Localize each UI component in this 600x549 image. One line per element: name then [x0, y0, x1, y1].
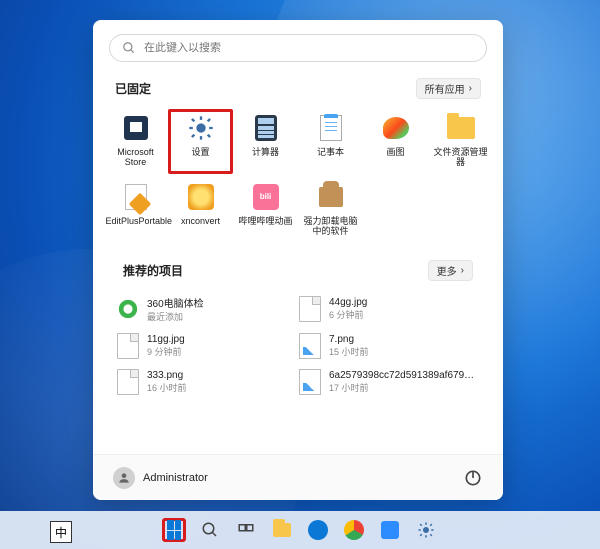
recommended-item[interactable]: 333.png16 小时前	[115, 365, 281, 399]
file-time: 16 小时前	[147, 381, 187, 394]
app-label: EditPlusPortable	[106, 216, 166, 226]
chrome-icon	[344, 520, 364, 540]
app-file-explorer[interactable]: 文件资源管理器	[428, 109, 493, 174]
taskbar-app-box[interactable]	[378, 518, 402, 542]
app-360-icon	[117, 296, 139, 322]
app-icon	[308, 520, 328, 540]
file-name: 6a2579398cc72d591389af679703f3...	[329, 370, 479, 381]
chevron-right-icon: ›	[461, 265, 464, 276]
app-icon	[381, 521, 399, 539]
recommended-title: 推荐的项目	[123, 262, 183, 279]
windows-icon	[167, 520, 181, 540]
file-time: 17 小时前	[329, 381, 479, 394]
taskbar-app-blue[interactable]	[306, 518, 330, 542]
calculator-icon	[255, 115, 277, 141]
image-file-icon	[299, 369, 321, 395]
file-icon	[117, 369, 139, 395]
taskview-icon	[237, 521, 255, 539]
search-bar[interactable]	[109, 34, 487, 62]
app-label: 记事本	[317, 147, 344, 157]
gear-icon	[417, 521, 435, 539]
taskbar-search[interactable]	[198, 518, 222, 542]
recommended-item[interactable]: 360电脑体检最近添加	[115, 291, 281, 327]
app-label: xnconvert	[181, 216, 220, 226]
user-name: Administrator	[143, 472, 208, 484]
app-label: 强力卸载电脑中的软件	[301, 216, 361, 237]
file-time: 6 分钟前	[329, 308, 367, 321]
image-file-icon	[299, 333, 321, 359]
ime-indicator[interactable]: 中	[50, 521, 72, 543]
app-label: 画图	[386, 147, 404, 157]
user-button[interactable]: Administrator	[113, 467, 208, 489]
app-calculator[interactable]: 计算器	[233, 109, 298, 174]
start-bottom-bar: Administrator	[93, 454, 503, 500]
app-xnconvert[interactable]: xnconvert	[168, 178, 233, 243]
file-icon	[117, 333, 139, 359]
more-label: 更多	[437, 263, 457, 278]
app-notepad[interactable]: 记事本	[298, 109, 363, 174]
app-editplus[interactable]: EditPlusPortable	[103, 178, 168, 243]
file-name: 11gg.jpg	[147, 334, 185, 345]
start-button[interactable]	[162, 518, 186, 542]
file-name: 44gg.jpg	[329, 297, 367, 308]
pinned-header: 已固定 所有应用 ›	[115, 78, 481, 99]
taskbar: 中	[0, 511, 600, 549]
taskbar-taskview[interactable]	[234, 518, 258, 542]
more-button[interactable]: 更多 ›	[428, 260, 473, 281]
uninstaller-icon	[319, 187, 343, 207]
all-apps-button[interactable]: 所有应用 ›	[416, 78, 481, 99]
editplus-icon	[125, 184, 147, 210]
power-button[interactable]	[463, 468, 483, 488]
folder-icon	[273, 523, 291, 537]
xnconvert-icon	[188, 184, 214, 210]
file-time: 9 分钟前	[147, 345, 185, 358]
recommended-item[interactable]: 7.png15 小时前	[297, 329, 481, 363]
folder-icon	[447, 117, 475, 139]
recommended-item[interactable]: 44gg.jpg6 分钟前	[297, 291, 481, 327]
notepad-icon	[320, 115, 342, 141]
chevron-right-icon: ›	[469, 83, 472, 94]
app-settings[interactable]: 设置	[168, 109, 233, 174]
search-icon	[122, 41, 136, 55]
file-icon	[299, 296, 321, 322]
app-label: 文件资源管理器	[431, 147, 491, 168]
recommended-section: 推荐的项目 更多 › 360电脑体检最近添加 44gg.jpg6 分钟前 11g…	[93, 254, 503, 399]
paint-icon	[383, 117, 409, 139]
file-time: 15 小时前	[329, 345, 369, 358]
store-icon	[124, 116, 148, 140]
app-paint[interactable]: 画图	[363, 109, 428, 174]
taskbar-settings[interactable]	[414, 518, 438, 542]
app-bilibili[interactable]: bili 哔哩哔哩动画	[233, 178, 298, 243]
file-name: 7.png	[329, 334, 369, 345]
pinned-title: 已固定	[115, 80, 151, 97]
taskbar-chrome[interactable]	[342, 518, 366, 542]
all-apps-label: 所有应用	[425, 81, 465, 96]
file-time: 最近添加	[147, 310, 204, 323]
pinned-grid: Microsoft Store 设置 计算器 记事本 画图 文件资源管理器 Ed…	[93, 103, 503, 242]
avatar-icon	[113, 467, 135, 489]
file-name: 360电脑体检	[147, 295, 204, 310]
app-uninstaller[interactable]: 强力卸载电脑中的软件	[298, 178, 363, 243]
app-label: Microsoft Store	[106, 147, 166, 168]
app-microsoft-store[interactable]: Microsoft Store	[103, 109, 168, 174]
file-name: 333.png	[147, 370, 187, 381]
taskbar-explorer[interactable]	[270, 518, 294, 542]
recommended-item[interactable]: 6a2579398cc72d591389af679703f3...17 小时前	[297, 365, 481, 399]
app-label: 设置	[191, 147, 209, 157]
search-icon	[201, 521, 219, 539]
bilibili-icon: bili	[253, 184, 279, 210]
gear-icon	[186, 113, 216, 143]
start-menu: 已固定 所有应用 › Microsoft Store 设置 计算器 记事本 画图	[93, 20, 503, 500]
search-input[interactable]	[144, 42, 474, 54]
app-label: 计算器	[252, 147, 279, 157]
app-label: 哔哩哔哩动画	[238, 216, 292, 226]
recommended-item[interactable]: 11gg.jpg9 分钟前	[115, 329, 281, 363]
